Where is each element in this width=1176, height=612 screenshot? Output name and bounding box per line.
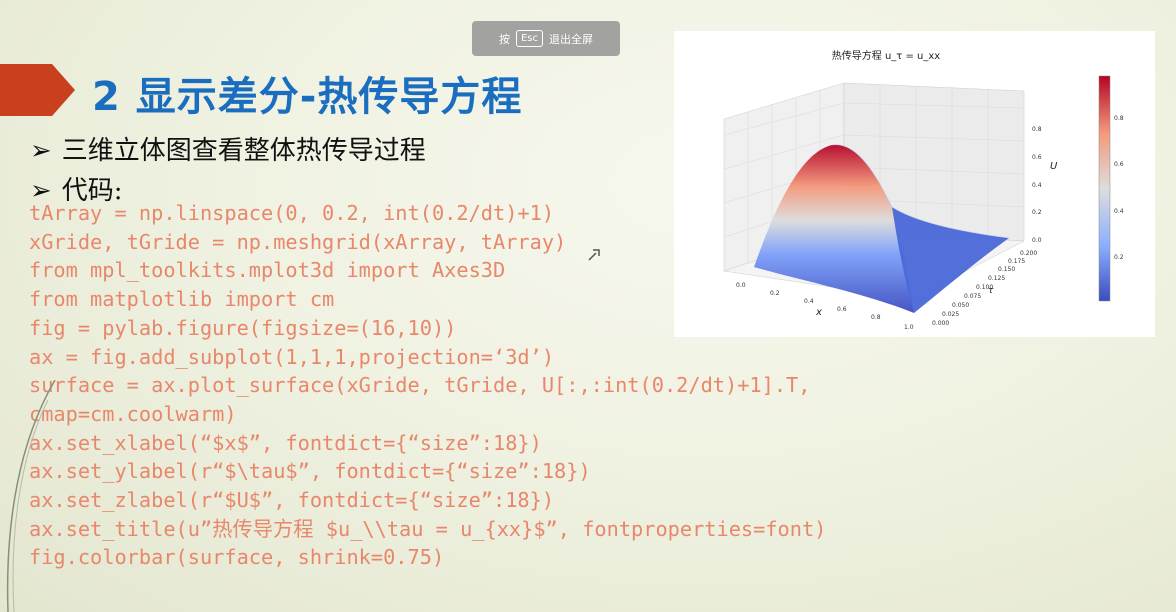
tau-tick: 0.125 xyxy=(988,275,1005,282)
mouse-cursor-icon xyxy=(588,249,600,261)
x-tick: 0.4 xyxy=(804,298,814,305)
z-tick: 0.6 xyxy=(1032,154,1042,161)
tau-tick: 0.075 xyxy=(964,293,981,300)
colorbar-tick-labels: 0.2 0.4 0.6 0.8 xyxy=(1114,115,1124,261)
z-tick: 0.2 xyxy=(1032,209,1042,216)
arrow-bullet-icon: ➢ xyxy=(30,136,52,166)
banner-prefix: 按 xyxy=(498,32,510,46)
code-line: ax.set_ylabel(r“$\tau$”, fontdict={“size… xyxy=(29,459,591,484)
colorbar-tick: 0.8 xyxy=(1114,115,1124,122)
exit-fullscreen-banner[interactable]: 按 Esc 退出全屏 xyxy=(472,21,620,56)
code-line: fig.colorbar(surface, shrink=0.75) xyxy=(29,545,445,570)
figure-title: 热传导方程 u_τ = u_xx xyxy=(832,49,941,62)
colorbar-tick: 0.4 xyxy=(1114,208,1124,215)
code-line: surface = ax.plot_surface(xGride, tGride… xyxy=(29,373,811,398)
tau-tick: 0.000 xyxy=(932,320,949,327)
x-tick: 0.6 xyxy=(837,306,847,313)
tau-tick: 0.150 xyxy=(998,266,1015,273)
tau-tick: 0.025 xyxy=(942,311,959,318)
surface-plot-figure: 热传导方程 u_τ = u_xx 0.0 0.2 0.4 0.6 0.8 U 0… xyxy=(674,31,1155,337)
z-tick: 0.4 xyxy=(1032,182,1042,189)
code-line: ax.set_xlabel(“$x$”, fontdict={“size”:18… xyxy=(29,430,542,455)
bullet-text: 三维立体图查看整体热传导过程 xyxy=(61,136,426,166)
x-tick: 0.2 xyxy=(770,290,780,297)
x-axis-label: x xyxy=(815,307,822,318)
colorbar xyxy=(1098,75,1111,302)
slide-title: 2 显示差分-热传导方程 xyxy=(92,74,523,120)
bullet-item: ➢ 三维立体图查看整体热传导过程 xyxy=(30,130,426,167)
tau-tick: 0.175 xyxy=(1008,258,1025,265)
z-tick: 0.8 xyxy=(1032,126,1042,133)
slide: 按 Esc 退出全屏 2 显示差分-热传导方程 ➢ 三维立体图查看整体热传导过程 … xyxy=(0,0,1176,612)
banner-suffix: 退出全屏 xyxy=(549,32,594,46)
surface-plot-svg: 热传导方程 u_τ = u_xx 0.0 0.2 0.4 0.6 0.8 U 0… xyxy=(723,49,1124,331)
z-axis-label: U xyxy=(1050,161,1058,172)
esc-key-icon: Esc xyxy=(515,30,544,47)
code-line: ax.set_title(u”热传导方程 $u_\\tau = u_{xx}$”… xyxy=(29,516,827,541)
decorative-swoosh-icon xyxy=(6,380,56,612)
z-tick-labels: 0.0 0.2 0.4 0.6 0.8 xyxy=(1032,126,1042,244)
tau-tick: 0.200 xyxy=(1020,250,1037,257)
colorbar-tick: 0.6 xyxy=(1114,161,1124,168)
x-tick: 1.0 xyxy=(904,324,914,331)
title-ribbon-icon xyxy=(0,64,75,116)
code-line: ax = fig.add_subplot(1,1,1,projection=‘3… xyxy=(29,344,555,369)
code-line: cmap=cm.coolwarm) xyxy=(29,401,237,426)
x-tick: 0.8 xyxy=(871,314,881,321)
code-line: ax.set_zlabel(r“$U$”, fontdict={“size”:1… xyxy=(29,488,555,513)
z-tick: 0.0 xyxy=(1032,237,1042,244)
colorbar-tick: 0.2 xyxy=(1114,254,1124,261)
tau-axis-label: τ xyxy=(988,286,994,296)
x-tick: 0.0 xyxy=(736,282,746,289)
tau-tick: 0.050 xyxy=(952,302,969,309)
